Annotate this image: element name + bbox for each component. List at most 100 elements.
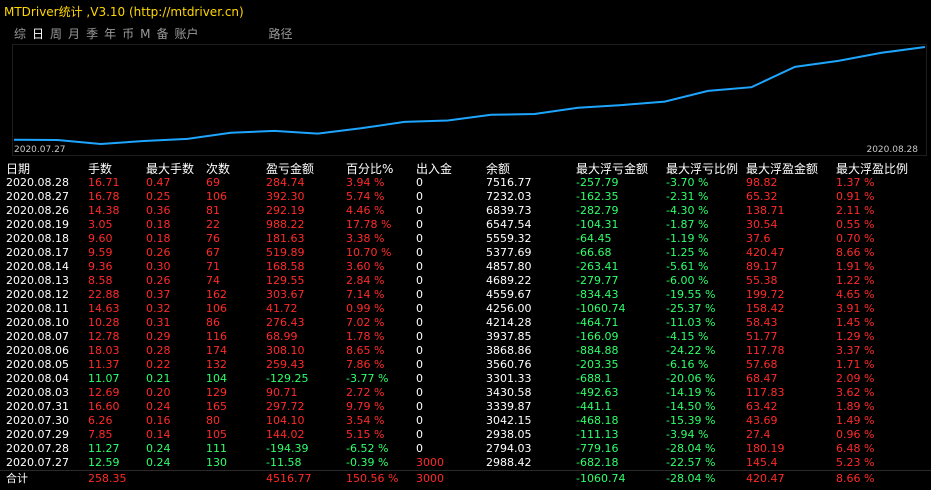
tab-day[interactable]: 日 <box>32 25 44 42</box>
cell-pnl: 284.74 <box>266 176 305 189</box>
cell-percent: -6.52 % <box>346 442 389 455</box>
cell-percent: 7.14 % <box>346 288 385 301</box>
tab-account[interactable]: 账户 <box>174 25 198 42</box>
cell-max-float-loss-pct: -28.04 % <box>666 442 716 455</box>
col-percent[interactable]: 百分比% <box>346 160 393 177</box>
table-row[interactable]: 2020.08.03 12.69 0.20 129 90.71 2.72 % 0 3430.5… <box>0 386 931 400</box>
table-row[interactable]: 2020.08.28 16.71 0.47 69 284.74 3.94 % 0 7516.7… <box>0 176 931 190</box>
cell-date: 2020.08.06 <box>6 344 69 357</box>
tab-summary[interactable]: 综 <box>14 25 26 42</box>
table-row[interactable]: 2020.07.27 12.59 0.24 130 -11.58 -0.39 % 3000 2… <box>0 456 931 470</box>
cell-balance: 3868.86 <box>486 344 532 357</box>
col-max-lots[interactable]: 最大手数 <box>146 160 194 177</box>
cell-max-float-profit-pct: 0.91 % <box>836 190 875 203</box>
col-lots[interactable]: 手数 <box>88 160 112 177</box>
cell-max-lots: 0.47 <box>146 176 171 189</box>
cell-max-lots: 0.37 <box>146 288 171 301</box>
table-row[interactable]: 2020.08.11 14.63 0.32 106 41.72 0.99 % 0 4256.0… <box>0 302 931 316</box>
cell-lots: 22.88 <box>88 288 120 301</box>
total-max-float-loss-pct: -28.04 % <box>666 472 716 485</box>
table-row[interactable]: 2020.08.10 10.28 0.31 86 276.43 7.02 % 0 4214.2… <box>0 316 931 330</box>
cell-trades: 105 <box>206 428 227 441</box>
tab-week[interactable]: 周 <box>50 25 62 42</box>
cell-deposit: 0 <box>416 400 423 413</box>
cell-lots: 7.85 <box>88 428 113 441</box>
col-max-float-loss-pct[interactable]: 最大浮亏比例 <box>666 160 738 177</box>
table-row[interactable]: 2020.08.19 3.05 0.18 22 988.22 17.78 % 0 6547.5… <box>0 218 931 232</box>
cell-pnl: 392.30 <box>266 190 305 203</box>
cell-lots: 12.69 <box>88 386 120 399</box>
tab-quarter[interactable]: 季 <box>86 25 98 42</box>
table-row[interactable]: 2020.07.29 7.85 0.14 105 144.02 5.15 % 0 2938.0… <box>0 428 931 442</box>
table-row[interactable]: 2020.08.12 22.88 0.37 162 303.67 7.14 % 0 4559.… <box>0 288 931 302</box>
cell-max-float-loss: -66.68 <box>576 246 612 259</box>
cell-deposit: 0 <box>416 204 423 217</box>
cell-date: 2020.07.28 <box>6 442 69 455</box>
table-row[interactable]: 2020.08.13 8.58 0.26 74 129.55 2.84 % 0 4689.22… <box>0 274 931 288</box>
cell-percent: 3.54 % <box>346 414 385 427</box>
cell-balance: 3560.76 <box>486 358 532 371</box>
cell-lots: 11.07 <box>88 372 120 385</box>
table-row[interactable]: 2020.08.14 9.36 0.30 71 168.58 3.60 % 0 4857.80… <box>0 260 931 274</box>
cell-deposit: 0 <box>416 218 423 231</box>
tab-magic[interactable]: M <box>140 27 150 41</box>
col-pnl[interactable]: 盈亏金额 <box>266 160 314 177</box>
table-row[interactable]: 2020.08.04 11.07 0.21 104 -129.25 -3.77 % 0 330… <box>0 372 931 386</box>
cell-lots: 16.71 <box>88 176 120 189</box>
table-row[interactable]: 2020.08.18 9.60 0.18 76 181.63 3.38 % 0 5559.32… <box>0 232 931 246</box>
table-row[interactable]: 2020.08.07 12.78 0.29 116 68.99 1.78 % 0 3937.8… <box>0 330 931 344</box>
cell-lots: 12.59 <box>88 456 120 469</box>
balance-chart <box>12 44 927 156</box>
cell-pnl: 259.43 <box>266 358 305 371</box>
cell-max-float-loss: -104.31 <box>576 218 619 231</box>
cell-max-float-profit: 65.32 <box>746 190 778 203</box>
cell-max-float-loss: -468.18 <box>576 414 619 427</box>
cell-date: 2020.08.27 <box>6 190 69 203</box>
cell-trades: 67 <box>206 246 220 259</box>
cell-max-float-loss: -203.35 <box>576 358 619 371</box>
tab-currency[interactable]: 币 <box>122 25 134 42</box>
cell-max-float-loss: -166.09 <box>576 330 619 343</box>
app-title: MTDriver统计 ,V3.10 (http://mtdriver.cn) <box>4 5 244 19</box>
cell-percent: 5.74 % <box>346 190 385 203</box>
col-date[interactable]: 日期 <box>6 160 30 177</box>
table-row[interactable]: 2020.07.28 11.27 0.24 111 -194.39 -6.52 % 0 279… <box>0 442 931 456</box>
cell-max-float-loss-pct: -1.19 % <box>666 232 709 245</box>
cell-pnl: 297.72 <box>266 400 305 413</box>
tab-year[interactable]: 年 <box>104 25 116 42</box>
col-max-float-profit-pct[interactable]: 最大浮盈比例 <box>836 160 908 177</box>
table-row[interactable]: 2020.08.26 14.38 0.36 81 292.19 4.46 % 0 6839.7… <box>0 204 931 218</box>
cell-percent: 7.86 % <box>346 358 385 371</box>
table-row[interactable]: 2020.08.06 18.03 0.28 174 308.10 8.65 % 0 3868.… <box>0 344 931 358</box>
cell-date: 2020.08.13 <box>6 274 69 287</box>
cell-max-float-loss: -834.43 <box>576 288 619 301</box>
tab-month[interactable]: 月 <box>68 25 80 42</box>
cell-max-float-profit: 117.78 <box>746 344 785 357</box>
total-max-float-profit: 420.47 <box>746 472 785 485</box>
table-row[interactable]: 2020.07.31 16.60 0.24 165 297.72 9.79 % 0 3339.… <box>0 400 931 414</box>
table-row[interactable]: 2020.07.30 6.26 0.16 80 104.10 3.54 % 0 3042.15… <box>0 414 931 428</box>
cell-max-float-profit-pct: 6.48 % <box>836 442 875 455</box>
stats-table-body: 2020.08.28 16.71 0.47 69 284.74 3.94 % 0 7516.7… <box>0 176 931 470</box>
cell-max-float-profit-pct: 2.11 % <box>836 204 875 217</box>
chart-end-date: 2020.08.28 <box>866 145 918 155</box>
cell-date: 2020.08.05 <box>6 358 69 371</box>
table-row[interactable]: 2020.08.17 9.59 0.26 67 519.89 10.70 % 0 5377.6… <box>0 246 931 260</box>
col-max-float-loss[interactable]: 最大浮亏金额 <box>576 160 648 177</box>
col-deposit[interactable]: 出入金 <box>416 160 452 177</box>
col-trades[interactable]: 次数 <box>206 160 230 177</box>
cell-pnl: 129.55 <box>266 274 305 287</box>
cell-max-float-profit: 117.83 <box>746 386 785 399</box>
tab-note[interactable]: 备 <box>156 25 168 42</box>
cell-lots: 8.58 <box>88 274 113 287</box>
col-max-float-profit[interactable]: 最大浮盈金额 <box>746 160 818 177</box>
cell-trades: 111 <box>206 442 227 455</box>
tab-path[interactable]: 路径 <box>269 25 293 42</box>
cell-deposit: 0 <box>416 358 423 371</box>
cell-percent: 7.02 % <box>346 316 385 329</box>
table-row[interactable]: 2020.08.05 11.37 0.22 132 259.43 7.86 % 0 3560.… <box>0 358 931 372</box>
cell-max-float-loss-pct: -11.03 % <box>666 316 716 329</box>
cell-pnl: 988.22 <box>266 218 305 231</box>
col-balance[interactable]: 余额 <box>486 160 510 177</box>
table-row[interactable]: 2020.08.27 16.78 0.25 106 392.30 5.74 % 0 7232.… <box>0 190 931 204</box>
